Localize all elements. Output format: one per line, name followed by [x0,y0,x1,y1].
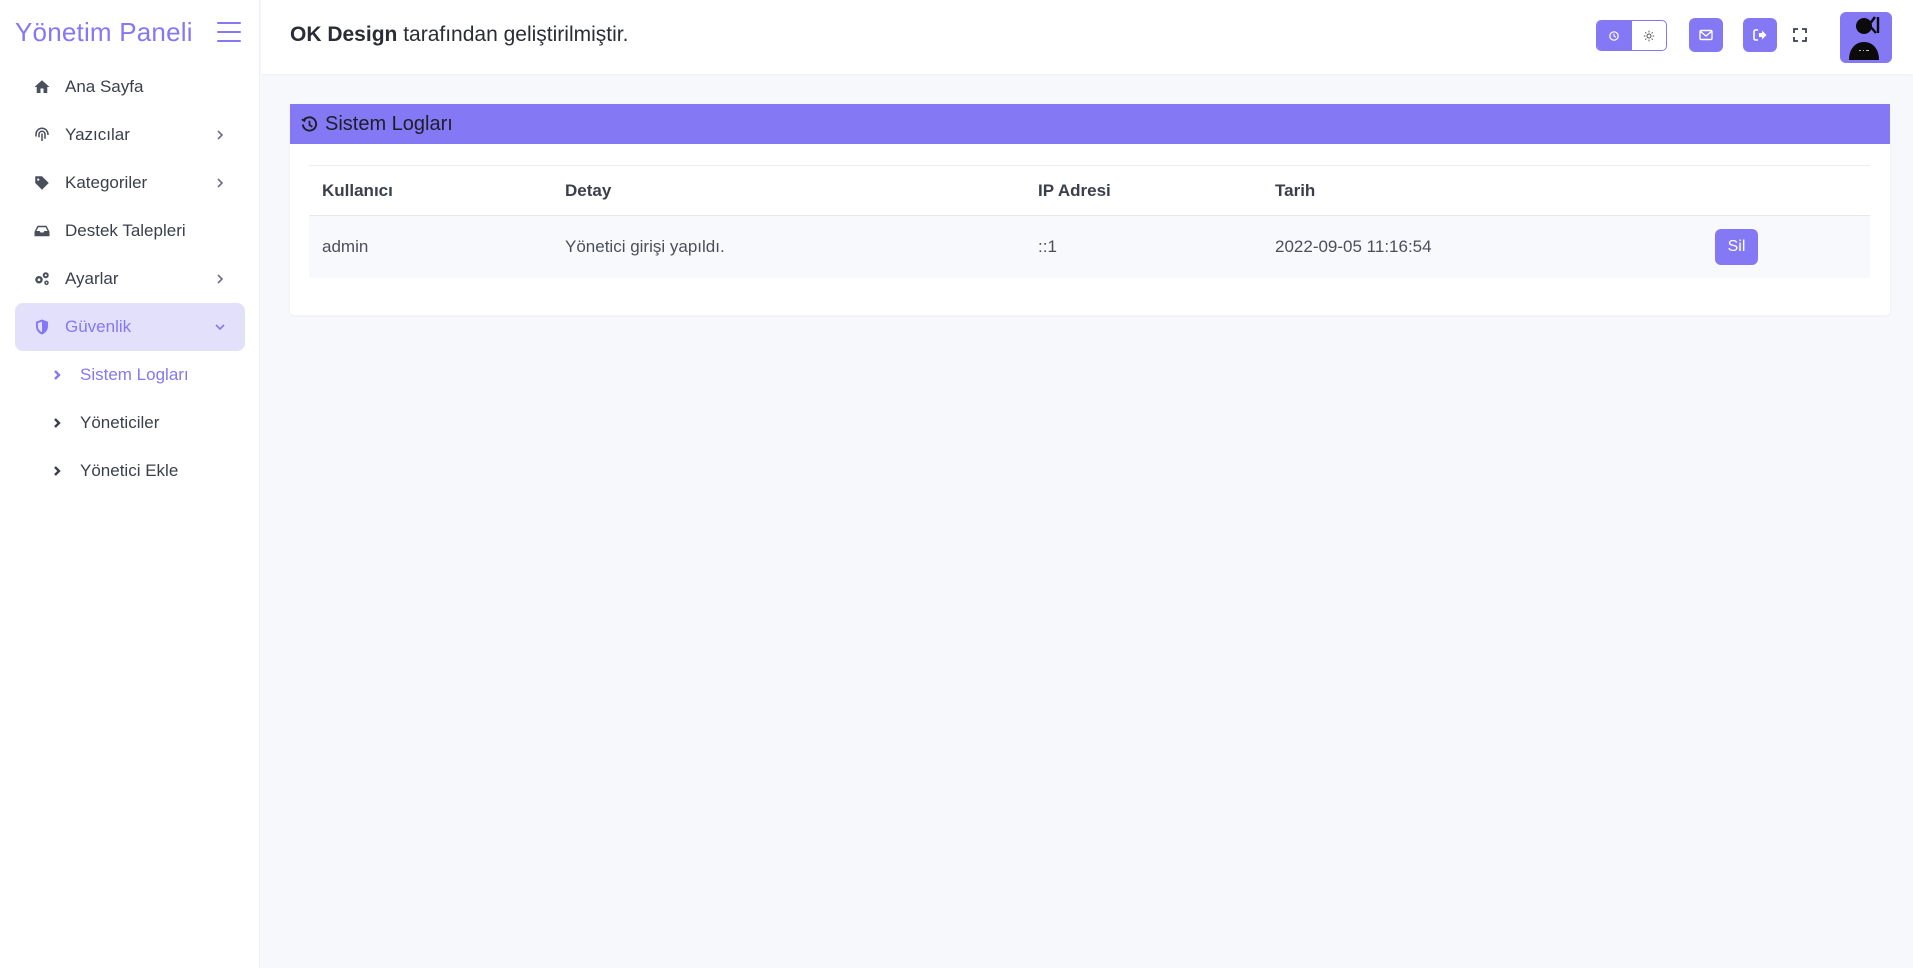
table-row: admin Yönetici girişi yapıldı. ::1 2022-… [309,216,1870,278]
theme-toggle[interactable] [1596,20,1667,51]
home-icon [32,77,52,97]
inbox-icon [32,221,52,241]
topbar: OK Design tarafından geliştirilmiştir. [261,0,1913,74]
chevron-right-icon [213,272,227,286]
user-avatar-icon [1849,16,1880,60]
logs-table: Kullanıcı Detay IP Adresi Tarih admin Yö… [309,165,1870,278]
sun-icon[interactable] [1632,21,1667,50]
column-header-user: Kullanıcı [322,180,393,200]
sidebar-item-label: Ayarlar [65,269,119,288]
column-header-ip: IP Adresi [1038,180,1111,200]
tag-icon [32,173,52,193]
sidebar-item-label: Ana Sayfa [65,77,144,96]
fingerprint-icon [32,125,52,145]
chevron-right-icon [53,415,75,431]
chevron-right-icon [213,176,227,190]
chevron-right-icon [53,367,75,383]
menu-toggle-icon[interactable] [217,22,241,42]
cell-ip: ::1 [1038,237,1057,256]
dark-mode-icon[interactable] [1597,21,1632,50]
sidebar-item-label: Yazıcılar [65,125,130,144]
shield-icon [32,317,52,337]
mail-icon [1699,29,1713,41]
avatar[interactable] [1840,12,1892,63]
sidebar-item-label: Destek Talepleri [65,221,186,240]
sidebar-item-label: Güvenlik [65,317,132,336]
history-icon [301,115,318,132]
sidebar-item-ayarlar[interactable]: Ayarlar [15,255,245,303]
chevron-down-icon [213,320,227,334]
chevron-right-icon [53,463,75,479]
sidebar-subitem-yonetici-ekle[interactable]: Yönetici Ekle [53,447,245,495]
mail-button[interactable] [1689,18,1723,52]
fullscreen-icon[interactable] [1791,26,1809,44]
sidebar-nav: Ana Sayfa Yazıcılar Kategoriler Destek T… [15,63,245,495]
header-credit: OK Design tarafından geliştirilmiştir. [290,23,628,47]
brand-title: Yönetim Paneli [15,16,193,47]
column-header-date: Tarih [1275,180,1316,200]
submenu-guvenlik: Sistem Logları Yöneticiler Yönetici Ekle [15,351,245,495]
logout-button[interactable] [1743,18,1777,52]
logout-icon [1753,29,1767,41]
cell-detail: Yönetici girişi yapıldı. [565,237,725,256]
chevron-right-icon [213,128,227,142]
gears-icon [32,269,52,289]
sidebar-subitem-sistem-loglari[interactable]: Sistem Logları [53,351,245,399]
sidebar-item-destek-talepleri[interactable]: Destek Talepleri [15,207,245,255]
system-logs-card: Sistem Logları Kullanıcı Detay IP Adresi… [290,104,1890,315]
sidebar-item-kategoriler[interactable]: Kategoriler [15,159,245,207]
cell-user: admin [322,237,369,256]
card-title: Sistem Logları [325,112,453,135]
table-header: Kullanıcı Detay IP Adresi Tarih [309,166,1870,216]
sidebar: Yönetim Paneli Ana Sayfa Yazıcılar Kateg… [0,0,260,968]
sidebar-item-guvenlik[interactable]: Güvenlik [15,303,245,351]
sidebar-item-yazicilar[interactable]: Yazıcılar [15,111,245,159]
brand: Yönetim Paneli [15,14,245,50]
sidebar-subitem-yoneticiler[interactable]: Yöneticiler [53,399,245,447]
header-brand: OK Design [290,23,398,46]
sidebar-subitem-label: Yönetici Ekle [80,461,179,480]
column-header-detail: Detay [565,180,612,200]
sidebar-item-label: Kategoriler [65,173,148,192]
cell-date: 2022-09-05 11:16:54 [1275,237,1432,256]
sidebar-subitem-label: Sistem Logları [80,365,189,384]
header-credit-text: tarafından geliştirilmiştir. [397,23,629,46]
card-header: Sistem Logları [290,104,1890,144]
sidebar-subitem-label: Yöneticiler [80,413,160,432]
delete-button[interactable]: Sil [1715,229,1758,265]
sidebar-item-ana-sayfa[interactable]: Ana Sayfa [15,63,245,111]
cell-actions: Sil [1702,229,1870,265]
